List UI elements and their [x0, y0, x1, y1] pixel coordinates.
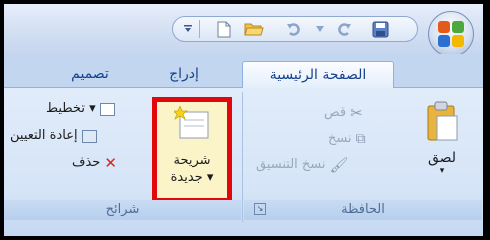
group-separator [242, 92, 243, 222]
format-painter-button[interactable]: 🖌 نسخ التنسيق [256, 154, 349, 176]
layout-icon [99, 102, 115, 116]
cut-button[interactable]: ✂ قص [324, 102, 363, 124]
undo-icon[interactable] [283, 19, 305, 39]
format-painter-label: نسخ التنسيق [256, 157, 326, 172]
paste-dropdown-icon: ▾ [439, 166, 445, 176]
dropdown-icon[interactable] [309, 19, 331, 39]
reset-icon [81, 129, 97, 143]
customize-dropdown-icon[interactable] [177, 19, 199, 39]
tab-design[interactable]: تصميم [54, 61, 126, 88]
cut-label: قص [324, 105, 347, 120]
ribbon-body: لصق ▾ ✂ قص ⧉ نسخ 🖌 نسخ التنسيق الحافظة ↘ [4, 88, 483, 236]
reset-label: إعادة التعيين [10, 128, 78, 143]
new-document-icon[interactable] [213, 19, 235, 39]
delete-label: حذف [72, 155, 101, 170]
new-slide-label: شريحة جديدة ▾ [170, 153, 214, 185]
copy-button[interactable]: ⧉ نسخ [328, 128, 366, 150]
new-slide-icon [174, 106, 209, 139]
format-painter-icon: 🖌 [329, 156, 349, 174]
delete-slide-icon: ✕ [104, 154, 117, 172]
paste-button[interactable]: لصق ▾ [414, 96, 470, 196]
new-slide-button[interactable]: شريحة جديدة ▾ [152, 97, 232, 203]
copy-icon: ⧉ [355, 131, 366, 147]
powerpoint-window: الصفحة الرئيسية إدراج تصميم لصق ▾ ✂ قص ⧉… [4, 4, 483, 236]
scissors-icon: ✂ [350, 104, 363, 122]
layout-button[interactable]: تخطيط ▾ [46, 98, 115, 120]
delete-button[interactable]: ✕ حذف [72, 152, 117, 174]
copy-label: نسخ [328, 131, 352, 146]
layout-label: تخطيط ▾ [46, 101, 96, 116]
office-logo-icon [438, 21, 464, 47]
reset-button[interactable]: إعادة التعيين [10, 125, 97, 147]
clipboard-dialog-launcher-icon[interactable]: ↘ [254, 203, 266, 215]
office-button[interactable] [428, 11, 474, 57]
redo-icon[interactable] [333, 19, 355, 39]
tab-insert[interactable]: إدراج [154, 61, 214, 88]
tab-home[interactable]: الصفحة الرئيسية [242, 61, 394, 88]
title-bar [4, 4, 483, 57]
qat-separator [199, 20, 200, 38]
clipboard-group-label: الحافظة [244, 200, 482, 220]
paste-icon [427, 101, 458, 141]
ribbon-tabs: الصفحة الرئيسية إدراج تصميم [4, 54, 483, 88]
save-icon[interactable] [369, 19, 391, 39]
quick-access-toolbar [172, 16, 418, 42]
slides-group-label: شرائح [4, 200, 241, 220]
open-folder-icon[interactable] [243, 19, 265, 39]
paste-label: لصق [427, 150, 457, 166]
